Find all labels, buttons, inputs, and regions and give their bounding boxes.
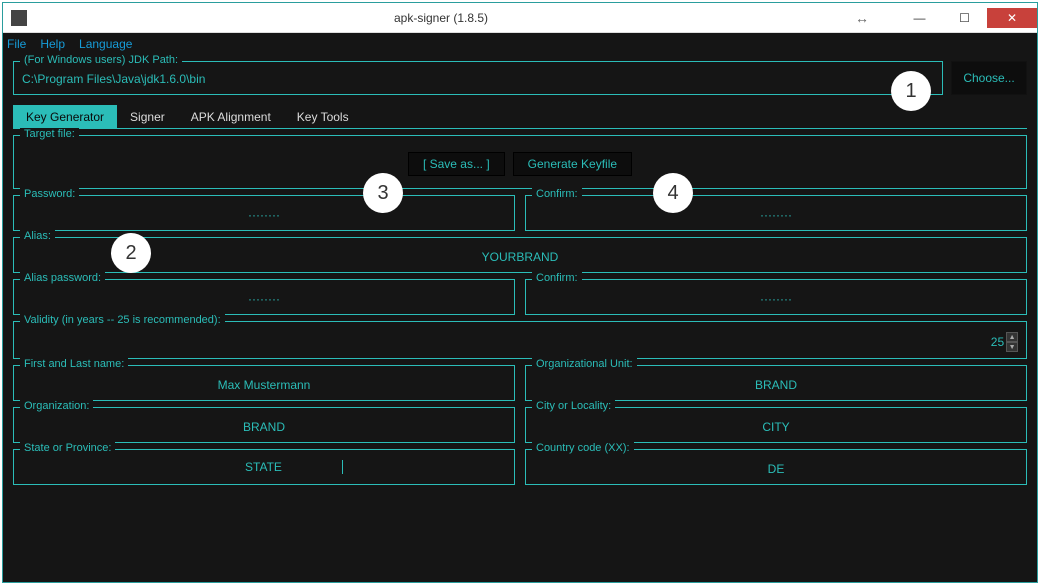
tab-key-generator[interactable]: Key Generator <box>13 105 117 128</box>
password-input[interactable] <box>22 206 506 224</box>
organization-label: Organization: <box>20 400 93 412</box>
country-label: Country code (XX): <box>532 442 634 454</box>
tab-apk-alignment[interactable]: APK Alignment <box>178 105 284 128</box>
city-group: City or Locality: <box>525 407 1027 443</box>
tab-key-tools[interactable]: Key Tools <box>284 105 362 128</box>
jdk-path-value: C:\Program Files\Java\jdk1.6.0\bin <box>22 68 934 86</box>
password-label: Password: <box>20 188 79 200</box>
jdk-path-legend: (For Windows users) JDK Path: <box>20 55 182 66</box>
alias-label: Alias: <box>20 230 55 242</box>
annotation-4: 4 <box>653 173 693 213</box>
maximize-button[interactable]: ☐ <box>942 8 987 28</box>
alias-password-label: Alias password: <box>20 272 105 284</box>
tab-bar: Key Generator Signer APK Alignment Key T… <box>13 105 1027 129</box>
tab-signer[interactable]: Signer <box>117 105 178 128</box>
save-as-button[interactable]: [ Save as... ] <box>408 152 505 176</box>
spinner-up-icon[interactable]: ▲ <box>1006 332 1018 342</box>
menu-language[interactable]: Language <box>79 37 132 51</box>
city-input[interactable] <box>534 418 1018 436</box>
target-file-legend: Target file: <box>20 128 79 140</box>
spinner-down-icon[interactable]: ▼ <box>1006 342 1018 352</box>
jdk-path-group: (For Windows users) JDK Path: C:\Program… <box>13 61 943 95</box>
window-title: apk-signer (1.8.5) <box>35 11 847 25</box>
resize-icon[interactable]: ↔ <box>847 10 877 26</box>
close-button[interactable]: ✕ <box>987 8 1037 28</box>
confirm-password-input[interactable] <box>534 206 1018 224</box>
country-input[interactable] <box>534 460 1018 478</box>
annotation-3: 3 <box>363 173 403 213</box>
validity-label: Validity (in years -- 25 is recommended)… <box>20 314 225 326</box>
annotation-2: 2 <box>111 233 151 273</box>
name-label: First and Last name: <box>20 358 128 370</box>
minimize-button[interactable]: — <box>897 8 942 28</box>
confirm-alias-password-group: Confirm: <box>525 279 1027 315</box>
validity-input[interactable] <box>22 333 1006 351</box>
alias-password-input[interactable] <box>22 290 506 308</box>
name-group: First and Last name: <box>13 365 515 401</box>
alias-password-group: Alias password: <box>13 279 515 315</box>
state-label: State or Province: <box>20 442 115 454</box>
app-icon <box>11 10 27 26</box>
org-unit-input[interactable] <box>534 376 1018 394</box>
confirm-alias-password-label: Confirm: <box>532 272 582 284</box>
confirm-alias-password-input[interactable] <box>534 290 1018 308</box>
org-unit-label: Organizational Unit: <box>532 358 637 370</box>
target-file-group: Target file: [ Save as... ] Generate Key… <box>13 135 1027 189</box>
alias-group: Alias: <box>13 237 1027 273</box>
titlebar: apk-signer (1.8.5) ↔ — ☐ ✕ <box>3 3 1037 33</box>
validity-spinner[interactable]: ▲ ▼ <box>1006 332 1018 352</box>
country-group: Country code (XX): <box>525 449 1027 485</box>
org-unit-group: Organizational Unit: <box>525 365 1027 401</box>
menu-help[interactable]: Help <box>40 37 65 51</box>
alias-input[interactable] <box>22 248 1018 266</box>
organization-group: Organization: <box>13 407 515 443</box>
organization-input[interactable] <box>22 418 506 436</box>
menu-file[interactable]: File <box>7 37 26 51</box>
choose-button[interactable]: Choose... <box>951 61 1027 95</box>
name-input[interactable] <box>22 376 506 394</box>
annotation-1: 1 <box>891 71 931 111</box>
confirm-password-group: Confirm: <box>525 195 1027 231</box>
state-group: State or Province: <box>13 449 515 485</box>
menubar: File Help Language <box>3 33 1037 55</box>
validity-group: Validity (in years -- 25 is recommended)… <box>13 321 1027 359</box>
generate-keyfile-button[interactable]: Generate Keyfile <box>513 152 632 176</box>
state-input[interactable] <box>185 460 343 474</box>
confirm-password-label: Confirm: <box>532 188 582 200</box>
city-label: City or Locality: <box>532 400 615 412</box>
password-group: Password: <box>13 195 515 231</box>
